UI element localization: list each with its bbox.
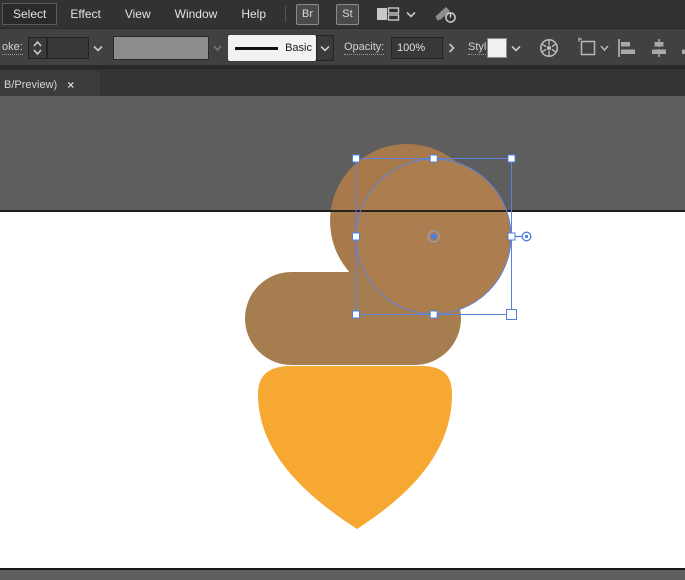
menu-item-select[interactable]: Select (2, 3, 58, 25)
stroke-width-dropdown-icon[interactable] (89, 37, 106, 59)
stock-icon[interactable]: St (336, 3, 359, 25)
opacity-label[interactable]: Opacity: (344, 41, 385, 55)
menu-item-view[interactable]: View (114, 3, 162, 25)
menu-item-effect[interactable]: Effect (59, 3, 111, 25)
bridge-icon[interactable]: Br (296, 3, 319, 25)
menubar-divider (285, 6, 286, 22)
handle-bottom-center[interactable] (429, 310, 438, 319)
handle-top-center[interactable] (429, 154, 438, 163)
align-center-icon[interactable] (648, 38, 670, 58)
artboard-canvas[interactable] (0, 96, 685, 580)
document-tab-bar: B/Preview) × (0, 67, 685, 98)
handle-bottom-left[interactable] (352, 310, 360, 319)
chevron-down-icon[interactable] (406, 11, 416, 18)
document-setup-icon[interactable] (577, 37, 599, 59)
menu-item-window[interactable]: Window (164, 3, 229, 25)
document-tab[interactable]: B/Preview) × (0, 71, 100, 98)
gpu-performance-icon[interactable] (432, 5, 458, 23)
opacity-input[interactable]: 100% (391, 37, 443, 59)
menu-item-help[interactable]: Help (230, 3, 277, 25)
align-right-icon[interactable] (678, 38, 685, 58)
stroke-style-dropdown[interactable]: Basic (228, 35, 316, 61)
stroke-width-input[interactable] (47, 37, 89, 59)
document-setup-chevron-icon[interactable] (598, 43, 610, 53)
handle-top-left[interactable] (352, 154, 360, 163)
control-bar: oke: Basic Opacity: 100% Style: (0, 29, 685, 67)
stroke-style-value: Basic (285, 42, 312, 54)
stroke-preview-line (235, 46, 279, 50)
recolor-artwork-icon[interactable] (539, 38, 559, 58)
close-icon[interactable]: × (67, 78, 74, 92)
stroke-label[interactable]: oke: (2, 41, 23, 55)
style-chevron-icon[interactable] (508, 41, 524, 55)
handle-bottom-right[interactable] (506, 309, 517, 320)
illustrator-window: Select Effect View Window Help Br St oke… (0, 0, 685, 580)
stroke-style-chevron-icon[interactable] (316, 35, 334, 61)
menu-bar: Select Effect View Window Help Br St (0, 0, 685, 29)
workspace-switcher-icon[interactable] (376, 7, 400, 21)
pasteboard-bottom (0, 570, 685, 580)
width-profile-dropdown[interactable] (113, 36, 209, 60)
handle-mid-right[interactable] (507, 232, 516, 241)
document-tab-title: B/Preview) (4, 78, 58, 91)
opacity-options-icon[interactable] (443, 37, 460, 59)
handle-mid-left[interactable] (352, 232, 360, 241)
handle-top-right[interactable] (507, 154, 516, 163)
align-left-icon[interactable] (617, 38, 639, 58)
stroke-width-stepper[interactable] (28, 37, 47, 59)
graphic-style-swatch[interactable] (487, 38, 507, 58)
width-profile-chevron-icon[interactable] (210, 41, 224, 55)
